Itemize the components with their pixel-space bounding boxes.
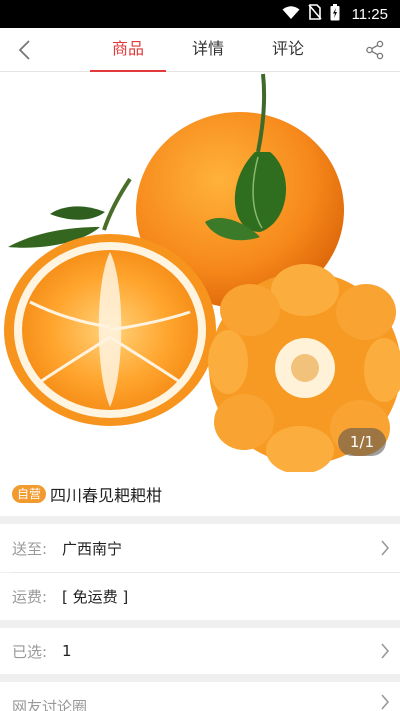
shipping-value: [ 免运费 ] (62, 588, 129, 606)
back-button[interactable] (10, 36, 38, 64)
wifi-icon (282, 5, 300, 24)
shipping-label: 运费: (12, 588, 48, 606)
forum-label: 网友讨论圈 (12, 698, 88, 711)
chevron-right-icon (381, 643, 390, 659)
tab-details[interactable]: 详情 (168, 28, 248, 72)
product-title-row: 自营 四川春见耙耙柑 (0, 472, 400, 516)
forum-row[interactable]: 网友讨论圈 (0, 682, 400, 711)
selected-spec-row[interactable]: 已选: 1 (0, 628, 400, 674)
chevron-right-icon (381, 540, 390, 556)
chevron-left-icon (18, 40, 30, 60)
clock: 11:25 (351, 5, 388, 23)
delivery-value: 广西南宁 (62, 539, 123, 558)
product-image-gallery[interactable]: 1/1 (0, 72, 400, 472)
share-icon (366, 40, 384, 60)
chevron-right-icon (381, 694, 390, 710)
status-bar: 11:25 (0, 0, 400, 28)
product-image (4, 73, 400, 472)
product-title: 四川春见耙耙柑 (50, 486, 163, 505)
nav-bar: 商品 详情 评论 (0, 28, 400, 72)
selected-value: 1 (62, 642, 72, 660)
no-sim-icon (307, 4, 322, 24)
image-pager: 1/1 (338, 428, 386, 456)
tab-bar: 商品 详情 评论 (88, 28, 328, 72)
delivery-address-row[interactable]: 送至: 广西南宁 (0, 524, 400, 572)
shipping-fee-row: 运费: [ 免运费 ] (0, 573, 400, 620)
tab-product[interactable]: 商品 (88, 28, 168, 72)
self-operated-badge: 自营 (12, 485, 47, 503)
tab-reviews[interactable]: 评论 (248, 28, 328, 72)
battery-charging-icon (330, 3, 340, 25)
delivery-label: 送至: (12, 539, 48, 558)
selected-label: 已选: (12, 642, 48, 661)
share-button[interactable] (362, 37, 388, 63)
